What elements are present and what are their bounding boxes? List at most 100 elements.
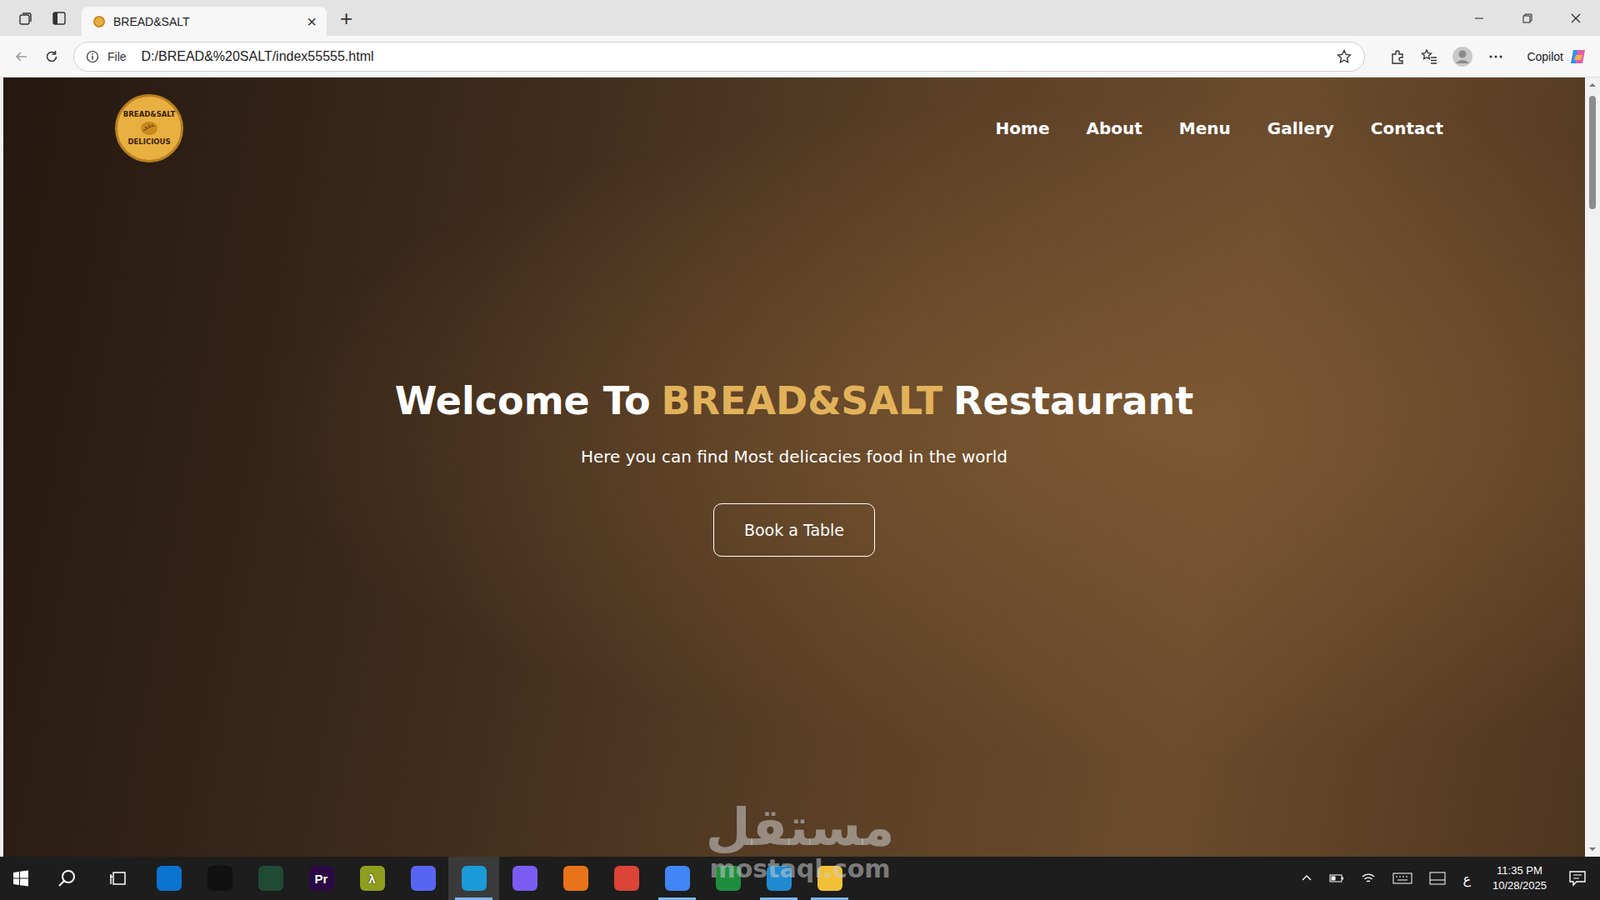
favorites-icon[interactable] (1420, 47, 1439, 66)
nav-link[interactable]: Home (995, 118, 1050, 139)
taskbar-app[interactable] (448, 856, 500, 900)
scroll-track[interactable] (1585, 89, 1600, 845)
taskbar-app[interactable] (702, 856, 754, 900)
keyboard-icon[interactable] (1392, 871, 1413, 885)
app-icon (563, 865, 589, 891)
taskbar-app[interactable]: λ (346, 856, 398, 900)
more-options-icon[interactable] (1486, 47, 1505, 66)
url-text[interactable]: D:/BREAD&%20SALT/index55555.html (141, 49, 375, 65)
hero-subtitle: Here you can find Most delicacies food i… (580, 446, 1008, 467)
app-icon: λ (360, 865, 385, 891)
app-icon (766, 865, 792, 891)
profile-icon[interactable] (1451, 45, 1474, 68)
app-icon (715, 865, 741, 891)
running-indicator (810, 897, 849, 900)
wheat-icon (138, 119, 160, 138)
close-button[interactable] (1551, 0, 1600, 36)
back-arrow-icon[interactable] (13, 48, 30, 65)
app-icon (156, 865, 182, 891)
browser-window: BREAD&SALT × + File D:/BREAD&%20SALT/index55… (0, 0, 1600, 857)
taskbar: Prλ ع 11:35 PM10/28/2025 (0, 856, 1600, 900)
task-view-button[interactable] (92, 856, 144, 900)
scroll-down-icon[interactable] (1588, 845, 1597, 854)
star-icon[interactable] (1335, 48, 1353, 65)
reload-icon[interactable] (43, 48, 60, 65)
workspaces-icon[interactable] (18, 10, 34, 26)
show-hidden-icon[interactable] (1300, 872, 1313, 885)
copilot-button[interactable]: Copilot (1518, 46, 1592, 67)
title-start: Welcome To (395, 378, 651, 424)
running-indicator (760, 897, 798, 900)
taskbar-app[interactable] (499, 856, 550, 900)
address-bar[interactable]: File D:/BREAD&%20SALT/index55555.html (73, 41, 1365, 72)
restore-icon (1522, 13, 1533, 24)
logo[interactable]: BREAD&SALT DELICIOUS (115, 94, 184, 163)
info-icon[interactable] (85, 50, 100, 64)
battery-icon[interactable] (1329, 872, 1345, 885)
hero-page: BREAD&SALT DELICIOUS Home About Menu Gallery C… (3, 77, 1585, 857)
system-tray: ع 11:35 PM10/28/2025 (1300, 863, 1600, 893)
page-viewport: BREAD&SALT DELICIOUS Home About Menu Gallery C… (0, 77, 1600, 857)
taskbar-app[interactable] (600, 856, 652, 900)
search-button[interactable] (41, 856, 93, 900)
app-icon (258, 865, 284, 891)
watermark-latin: mostaql.com (709, 856, 890, 882)
favicon-icon (93, 15, 105, 28)
minimize-button[interactable] (1455, 0, 1504, 36)
task-view-icon (109, 869, 128, 888)
copilot-icon (1568, 46, 1589, 67)
logo-bottom-text: DELICIOUS (127, 138, 170, 146)
hero-title: Welcome ToBREAD&SALTRestaurant (395, 378, 1195, 424)
app-icon (614, 865, 640, 891)
taskbar-app[interactable] (804, 856, 855, 900)
taskbar-app[interactable]: Pr (295, 856, 347, 900)
search-icon (57, 868, 78, 889)
taskbar-app[interactable] (194, 856, 245, 900)
main-nav: Home About Menu Gallery Contact (995, 118, 1444, 139)
taskbar-app[interactable] (143, 856, 195, 900)
taskbar-app[interactable] (753, 856, 805, 900)
close-icon (1570, 13, 1581, 24)
hero-section: Welcome ToBREAD&SALTRestaurant Here you c… (3, 177, 1585, 857)
minimize-icon (1474, 13, 1485, 24)
browser-tab[interactable]: BREAD&SALT × (81, 6, 327, 36)
app-icon (512, 865, 538, 891)
start-button[interactable] (0, 856, 42, 900)
running-indicator (658, 897, 696, 900)
watermark: مستقلmostaql.com (705, 801, 895, 882)
scheme-label: File (107, 50, 134, 64)
app-icon (461, 865, 487, 891)
wifi-icon[interactable] (1360, 871, 1376, 885)
app-icon (817, 865, 843, 891)
nav-link[interactable]: Gallery (1267, 118, 1335, 139)
tab-title: BREAD&SALT (113, 15, 299, 29)
taskbar-app[interactable] (245, 856, 296, 900)
new-tab-button[interactable]: + (326, 0, 366, 36)
taskbar-app[interactable] (397, 856, 449, 900)
notifications-icon[interactable] (1568, 869, 1587, 888)
windows-logo-icon (12, 870, 30, 887)
book-table-button[interactable]: Book a Table (713, 503, 875, 557)
page-scrollbar[interactable] (1585, 77, 1600, 857)
logo-top-text: BREAD&SALT (123, 110, 175, 119)
clock-time: 11:35 PM (1496, 863, 1543, 879)
clock[interactable]: 11:35 PM10/28/2025 (1487, 863, 1552, 893)
tab-close-button[interactable]: × (306, 13, 317, 30)
nav-link[interactable]: Contact (1370, 118, 1444, 139)
scroll-up-icon[interactable] (1588, 80, 1597, 90)
tab-strip: BREAD&SALT × + (0, 0, 1600, 36)
scroll-thumb[interactable] (1589, 95, 1596, 210)
taskbar-app[interactable] (550, 856, 601, 900)
vertical-tabs-icon[interactable] (51, 10, 67, 26)
app-icon (207, 865, 233, 891)
input-language[interactable]: ع (1462, 870, 1471, 887)
restore-button[interactable] (1503, 0, 1552, 36)
desktop-screen: BREAD&SALT × + File D:/BREAD&%20SALT/index55… (0, 0, 1600, 900)
browser-toolbar: File D:/BREAD&%20SALT/index55555.html Copi… (0, 35, 1600, 78)
watermark-arabic: مستقل (705, 801, 895, 854)
nav-link[interactable]: About (1085, 118, 1142, 139)
extensions-icon[interactable] (1388, 47, 1407, 66)
display-icon[interactable] (1429, 871, 1446, 885)
taskbar-app[interactable] (651, 856, 703, 900)
nav-link[interactable]: Menu (1179, 118, 1231, 139)
